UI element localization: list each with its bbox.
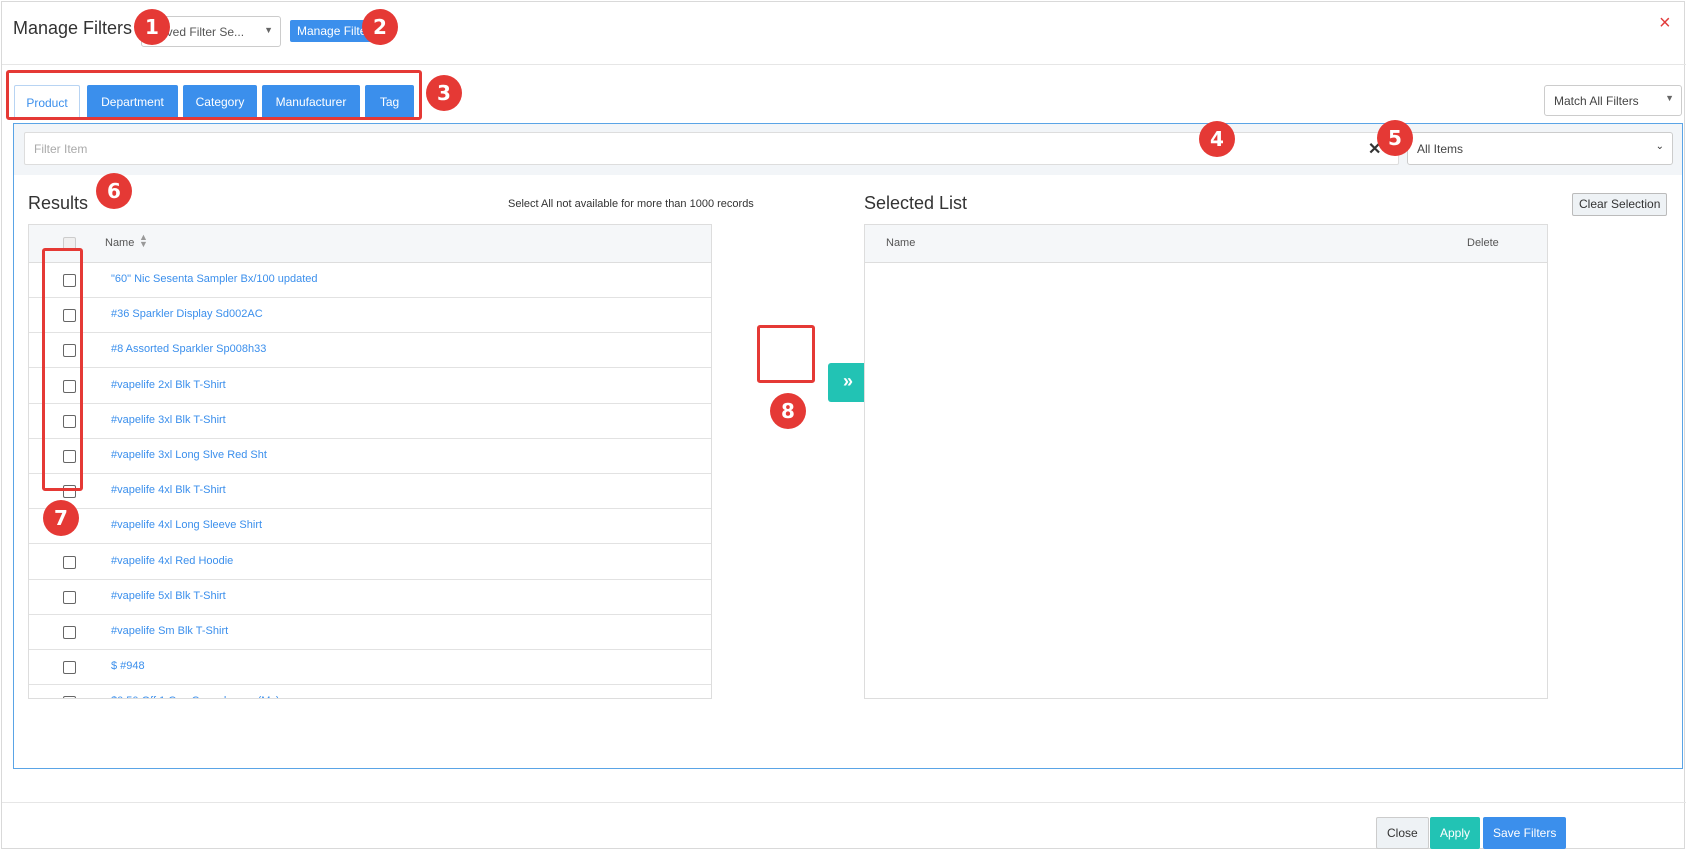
table-row: #vapelife Sm Blk T-Shirt (29, 614, 711, 650)
annotation-badge-6: 6 (96, 173, 132, 209)
results-table[interactable]: Name ▲ ▼ "60" Nic Sesenta Sampler Bx/100 … (28, 224, 712, 699)
table-row: #vapelife 4xl Red Hoodie (29, 544, 711, 580)
annotation-badge-2: 2 (362, 9, 398, 45)
move-to-selected-button[interactable]: » (828, 363, 868, 402)
results-table-header: Name ▲ ▼ (29, 225, 711, 263)
row-name-link[interactable]: #vapelife 4xl Red Hoodie (111, 555, 233, 567)
table-row: #vapelife 2xl Blk T-Shirt (29, 368, 711, 404)
items-select-value: All Items (1417, 142, 1464, 156)
row-checkbox[interactable] (63, 661, 76, 675)
row-name-link[interactable]: #vapelife 4xl Blk T-Shirt (111, 484, 226, 496)
match-filters-select[interactable]: Match All Filters ▼ (1544, 85, 1682, 116)
annotation-badge-4: 4 (1199, 121, 1235, 157)
row-checkbox[interactable] (63, 590, 76, 604)
clear-selection-button[interactable]: Clear Selection (1572, 193, 1668, 216)
table-row: #8 Assorted Sparkler Sp008h33 (29, 332, 711, 369)
row-checkbox[interactable] (63, 626, 76, 639)
row-name-link[interactable]: #vapelife 3xl Long Slve Red Sht (111, 449, 267, 461)
annotation-badge-8: 8 (770, 393, 806, 429)
caret-down-icon: ▼ (264, 25, 273, 35)
annotation-box-checkboxes (42, 248, 83, 491)
footer-divider (2, 802, 1686, 803)
row-name-link[interactable]: #vapelife 4xl Long Sleeve Shirt (111, 519, 262, 531)
table-row: "60" Nic Sesenta Sampler Bx/100 updated (29, 262, 711, 298)
items-select[interactable]: All Items ⌄ (1407, 132, 1673, 165)
row-name-link[interactable]: #vapelife 3xl Blk T-Shirt (111, 414, 226, 426)
save-filters-button[interactable]: Save Filters (1483, 817, 1567, 849)
row-name-link[interactable]: #vapelife 5xl Blk T-Shirt (111, 590, 226, 602)
annotation-badge-1: 1 (134, 9, 170, 45)
filter-item-input[interactable]: Filter Item (24, 132, 1399, 165)
column-name[interactable]: Name (105, 237, 134, 249)
row-name-link[interactable]: $0.50 Off 1 Can Copenhagen (Mc) (111, 695, 280, 698)
table-row: #vapelife 4xl Blk T-Shirt (29, 473, 711, 510)
annotation-box-move (757, 325, 815, 383)
table-row: #36 Sparkler Display Sd002AC (29, 297, 711, 334)
row-name-link[interactable]: #8 Assorted Sparkler Sp008h33 (111, 343, 266, 355)
selected-list-title: Selected List (864, 193, 968, 213)
selected-col-name: Name (886, 237, 916, 249)
table-row: #vapelife 3xl Blk T-Shirt (29, 403, 711, 439)
selected-table: Name Delete (864, 224, 1548, 699)
manage-filters-dialog: Manage Filters Saved Filter Se... ▼ Mana… (1, 1, 1686, 849)
table-row: #vapelife 3xl Long Slve Red Sht (29, 438, 711, 474)
row-name-link[interactable]: $ #948 (111, 660, 145, 672)
table-row: #vapelife 5xl Blk T-Shirt (29, 579, 711, 615)
row-name-link[interactable]: #vapelife Sm Blk T-Shirt (111, 625, 228, 637)
row-name-link[interactable]: #vapelife 2xl Blk T-Shirt (111, 379, 226, 391)
selected-table-header: Name Delete (865, 225, 1547, 263)
row-name-link[interactable]: #36 Sparkler Display Sd002AC (111, 308, 263, 320)
close-button[interactable]: Close (1376, 817, 1429, 849)
table-row: $0.50 Off 1 Can Copenhagen (Mc) (29, 684, 711, 698)
results-title: Results (28, 193, 89, 213)
chevron-down-icon: ⌄ (1655, 141, 1664, 152)
row-checkbox[interactable] (63, 555, 76, 569)
close-icon[interactable]: × (1659, 12, 1671, 35)
annotation-badge-5: 5 (1377, 120, 1413, 156)
caret-down-icon: ▼ (1665, 93, 1674, 103)
selected-col-delete: Delete (1467, 237, 1499, 249)
table-row: $ #948 (29, 649, 711, 686)
row-checkbox[interactable] (63, 696, 76, 698)
dialog-title: Manage Filters (13, 18, 133, 38)
apply-button[interactable]: Apply (1430, 817, 1481, 849)
select-all-note: Select All not available for more than 1… (508, 198, 754, 210)
header-divider (2, 64, 1686, 65)
annotation-badge-7: 7 (43, 500, 79, 536)
match-filters-value: Match All Filters (1554, 94, 1639, 108)
sort-icon[interactable]: ▲ ▼ (139, 233, 148, 249)
table-row: #vapelife 4xl Long Sleeve Shirt (29, 508, 711, 545)
annotation-box-tabs (6, 70, 422, 120)
row-name-link[interactable]: "60" Nic Sesenta Sampler Bx/100 updated (111, 273, 318, 285)
annotation-badge-3: 3 (426, 75, 462, 111)
